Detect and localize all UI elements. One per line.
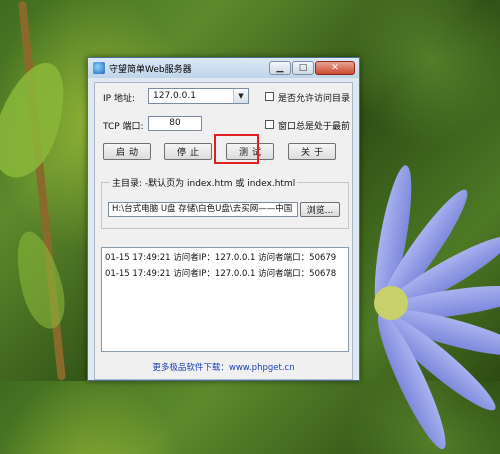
access-log-list[interactable]: 01-15 17:49:21 访问者IP：127.0.0.1 访问者端口：506…	[101, 247, 349, 352]
browse-highlight-box	[214, 134, 259, 164]
root-directory-path[interactable]: H:\台式电脑 U盘 存储\白色U盘\去买网——中国	[108, 202, 298, 217]
start-button[interactable]: 启动	[103, 143, 151, 160]
window-controls: ▁ □ ✕	[269, 61, 355, 75]
window-title: 守望简单Web服务器	[109, 64, 192, 75]
close-button[interactable]: ✕	[315, 61, 355, 75]
minimize-button[interactable]: ▁	[269, 61, 291, 75]
log-entry: 01-15 17:49:21 访问者IP：127.0.0.1 访问者端口：506…	[105, 253, 337, 263]
browse-button[interactable]: 浏览...	[300, 202, 340, 217]
port-label: TCP 端口:	[103, 122, 144, 132]
background-flower	[360, 100, 500, 454]
dialog-body: IP 地址: 127.0.0.1 ▼ 是否允许访问目录 TCP 端口: 80 窗…	[94, 82, 353, 380]
log-entry: 01-15 17:49:21 访问者IP：127.0.0.1 访问者端口：506…	[105, 269, 337, 279]
footer-link[interactable]: 更多极品软件下载：www.phpget.cn	[95, 361, 352, 373]
stop-button[interactable]: 停止	[164, 143, 212, 160]
root-directory-legend: 主目录: -默认页为 index.htm 或 index.html	[110, 176, 298, 189]
always-on-top-checkbox[interactable]	[265, 120, 274, 129]
app-window: 守望简单Web服务器 ▁ □ ✕ IP 地址: 127.0.0.1 ▼ 是否允许…	[87, 57, 360, 381]
maximize-button[interactable]: □	[292, 61, 314, 75]
always-on-top-label: 窗口总是处于最前	[278, 122, 351, 132]
title-bar[interactable]: 守望简单Web服务器 ▁ □ ✕	[88, 58, 359, 78]
allow-dir-checkbox[interactable]	[265, 92, 274, 101]
ip-address-select[interactable]: 127.0.0.1 ▼	[148, 88, 249, 104]
root-directory-group: 主目录: -默认页为 index.htm 或 index.html H:\台式电…	[101, 176, 349, 229]
ip-label: IP 地址:	[103, 94, 135, 104]
port-input[interactable]: 80	[148, 116, 202, 131]
app-icon	[93, 62, 105, 74]
ip-address-value: 127.0.0.1	[153, 91, 196, 101]
chevron-down-icon[interactable]: ▼	[233, 89, 248, 103]
allow-dir-label: 是否允许访问目录	[278, 94, 351, 104]
about-button[interactable]: 关于	[288, 143, 336, 160]
background-leaf	[7, 226, 73, 334]
